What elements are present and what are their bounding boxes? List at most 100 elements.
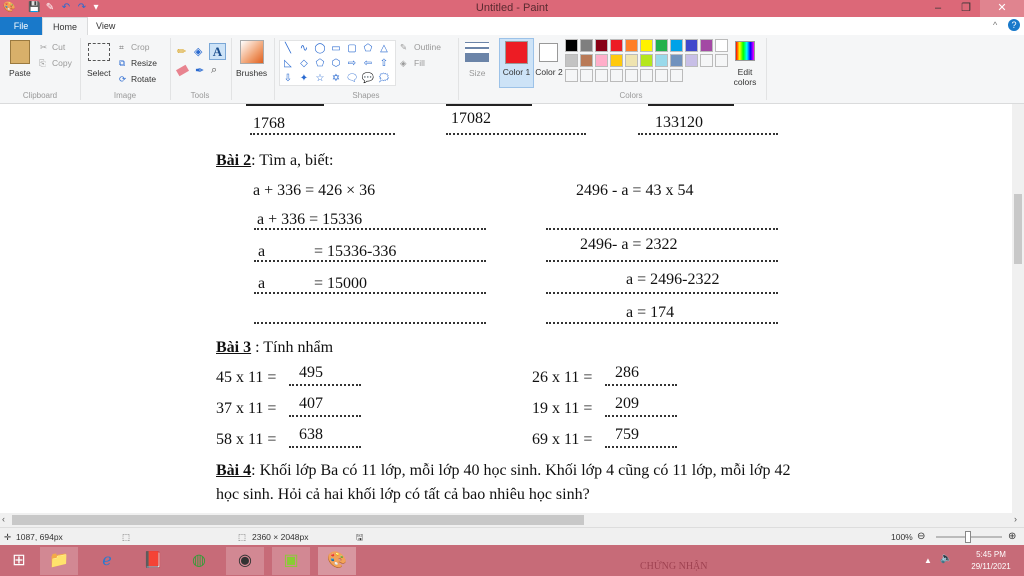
palette-swatch[interactable] <box>625 54 638 67</box>
custom-color-slot[interactable] <box>655 69 668 82</box>
palette-swatch[interactable] <box>700 39 713 52</box>
shape-7-icon[interactable]: ◺ <box>280 56 296 71</box>
shape-14-icon[interactable]: ⇩ <box>280 71 296 86</box>
custom-color-slot[interactable] <box>715 54 728 67</box>
horizontal-scroll-thumb[interactable] <box>12 515 584 525</box>
powerpoint-icon[interactable]: 📕 <box>134 547 172 575</box>
close-button[interactable]: ✕ <box>980 0 1024 17</box>
custom-color-slot[interactable] <box>610 69 623 82</box>
outline-dropdown[interactable]: Outline <box>414 42 441 52</box>
shape-9-icon[interactable]: ⬠ <box>312 56 328 71</box>
size-icon[interactable] <box>465 42 489 62</box>
rotate-button[interactable]: Rotate <box>131 74 156 84</box>
palette-swatch[interactable] <box>640 54 653 67</box>
pencil-icon[interactable]: ✏ <box>177 45 186 58</box>
horizontal-scrollbar[interactable]: ‹ › <box>0 513 1024 527</box>
shape-17-icon[interactable]: ✡ <box>328 71 344 86</box>
edit-colors-icon[interactable] <box>735 41 755 61</box>
shape-8-icon[interactable]: ◇ <box>296 56 312 71</box>
palette-swatch[interactable] <box>595 39 608 52</box>
tab-view[interactable]: View <box>86 17 125 35</box>
shape-5-icon[interactable]: ⬠ <box>360 41 376 56</box>
shape-20-icon[interactable]: 🗯 <box>376 71 392 86</box>
zoom-in-button[interactable]: ⊕ <box>1008 528 1016 546</box>
scroll-right-icon[interactable]: › <box>1014 514 1017 524</box>
palette-swatch[interactable] <box>565 54 578 67</box>
minimize-button[interactable]: – <box>924 0 952 17</box>
start-button[interactable]: ⊞ <box>0 547 38 575</box>
edit-colors-button[interactable]: Edit colors <box>730 67 760 87</box>
shape-16-icon[interactable]: ☆ <box>312 71 328 86</box>
zoom-slider-thumb[interactable] <box>965 531 971 543</box>
shape-11-icon[interactable]: ⇨ <box>344 56 360 71</box>
shape-18-icon[interactable]: 🗨 <box>344 71 360 86</box>
palette-swatch[interactable] <box>610 54 623 67</box>
show-hidden-icons[interactable]: ▲ <box>924 556 932 565</box>
clock[interactable]: 5:45 PM 29/11/2021 <box>966 549 1016 573</box>
shape-19-icon[interactable]: 💬 <box>360 71 376 86</box>
palette-swatch[interactable] <box>715 39 728 52</box>
palette-swatch[interactable] <box>685 54 698 67</box>
size-button[interactable]: Size <box>469 68 486 78</box>
help-icon[interactable]: ? <box>1008 19 1020 31</box>
shape-12-icon[interactable]: ⇦ <box>360 56 376 71</box>
shape-10-icon[interactable]: ⬡ <box>328 56 344 71</box>
custom-color-slot[interactable] <box>640 69 653 82</box>
brushes-icon[interactable] <box>240 40 264 64</box>
custom-color-slot[interactable] <box>595 69 608 82</box>
tab-home[interactable]: Home <box>42 17 89 35</box>
drawing-canvas[interactable]: 1768 17082 133120 Bài 2: Tìm a, biết: a … <box>0 104 1012 513</box>
color1-swatch[interactable] <box>505 41 528 64</box>
restore-button[interactable]: ❐ <box>952 0 980 17</box>
magnifier-icon[interactable]: ⌕ <box>211 64 217 77</box>
crop-button[interactable]: Crop <box>131 42 149 52</box>
chrome-icon[interactable]: ◉ <box>226 547 264 575</box>
paste-button[interactable]: Paste <box>9 68 31 78</box>
palette-swatch[interactable] <box>670 39 683 52</box>
palette-swatch[interactable] <box>610 39 623 52</box>
vertical-scrollbar[interactable] <box>1012 104 1024 513</box>
palette-swatch[interactable] <box>580 39 593 52</box>
zoom-out-button[interactable]: ⊖ <box>917 528 925 546</box>
text-tool-icon[interactable]: A <box>209 43 226 60</box>
palette-swatch[interactable] <box>625 39 638 52</box>
palette-swatch[interactable] <box>655 54 668 67</box>
shape-3-icon[interactable]: ▭ <box>328 41 344 56</box>
file-explorer-icon[interactable]: 📁 <box>40 547 78 575</box>
shapes-gallery[interactable]: ╲ ∿ ◯ ▭ ▢ ⬠ △ ◺ ◇ ⬠ ⬡ ⇨ ⇦ ⇧ ⇩ ✦ ☆ ✡ 🗨 💬 🗯 <box>279 40 396 86</box>
palette-swatch[interactable] <box>565 39 578 52</box>
paint-taskbar-icon[interactable]: 🎨 <box>318 547 356 575</box>
scroll-left-icon[interactable]: ‹ <box>2 514 5 524</box>
coccoc-icon[interactable]: ◍ <box>180 547 218 575</box>
shape-13-icon[interactable]: ⇧ <box>376 56 392 71</box>
volume-icon[interactable]: 🔈 <box>940 553 952 564</box>
collapse-ribbon-icon[interactable]: ^ <box>993 20 997 30</box>
brushes-button[interactable]: Brushes <box>236 68 267 78</box>
copy-button[interactable]: Copy <box>52 58 72 68</box>
color-picker-icon[interactable]: ✒ <box>195 64 204 77</box>
palette-swatch[interactable] <box>670 54 683 67</box>
custom-color-slot[interactable] <box>565 69 578 82</box>
shape-15-icon[interactable]: ✦ <box>296 71 312 86</box>
custom-color-slot[interactable] <box>580 69 593 82</box>
shape-4-icon[interactable]: ▢ <box>344 41 360 56</box>
fill-dropdown[interactable]: Fill <box>414 58 425 68</box>
resize-button[interactable]: Resize <box>131 58 157 68</box>
palette-swatch[interactable] <box>655 39 668 52</box>
shape-0-icon[interactable]: ╲ <box>280 41 296 56</box>
palette-swatch[interactable] <box>640 39 653 52</box>
select-icon[interactable] <box>88 43 110 61</box>
color2-swatch[interactable] <box>539 43 558 62</box>
select-button[interactable]: Select <box>87 68 111 78</box>
palette-swatch[interactable] <box>580 54 593 67</box>
custom-color-slot[interactable] <box>670 69 683 82</box>
paste-icon[interactable] <box>10 40 30 64</box>
android-emulator-icon[interactable]: ▣ <box>272 547 310 575</box>
color2-label[interactable]: Color 2 <box>533 67 565 77</box>
cut-button[interactable]: Cut <box>52 42 65 52</box>
palette-swatch[interactable] <box>595 54 608 67</box>
custom-color-slot[interactable] <box>700 54 713 67</box>
tab-file[interactable]: File <box>0 17 42 35</box>
fill-bucket-icon[interactable]: ◈ <box>194 45 202 58</box>
shape-1-icon[interactable]: ∿ <box>296 41 312 56</box>
